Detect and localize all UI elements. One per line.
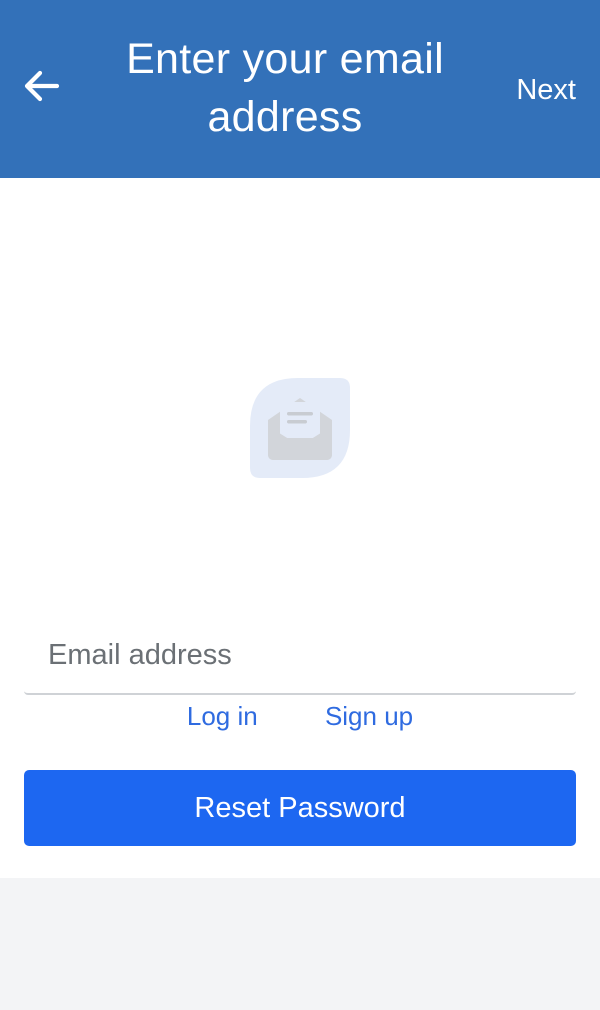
login-link[interactable]: Log in [187,698,258,734]
back-button[interactable] [16,64,68,112]
next-button[interactable]: Next [516,70,576,110]
email-field [24,618,576,695]
app-header: Enter your email address Next [0,0,600,178]
email-input[interactable] [24,618,576,693]
main-content: Log in Sign up Reset Password [0,178,600,878]
signup-link[interactable]: Sign up [325,698,413,734]
arrow-left-icon [22,66,62,111]
auth-links: Log in Sign up [0,698,600,734]
reset-password-button[interactable]: Reset Password [24,770,576,846]
page-title: Enter your email address [126,35,444,141]
open-envelope-icon [250,378,350,478]
